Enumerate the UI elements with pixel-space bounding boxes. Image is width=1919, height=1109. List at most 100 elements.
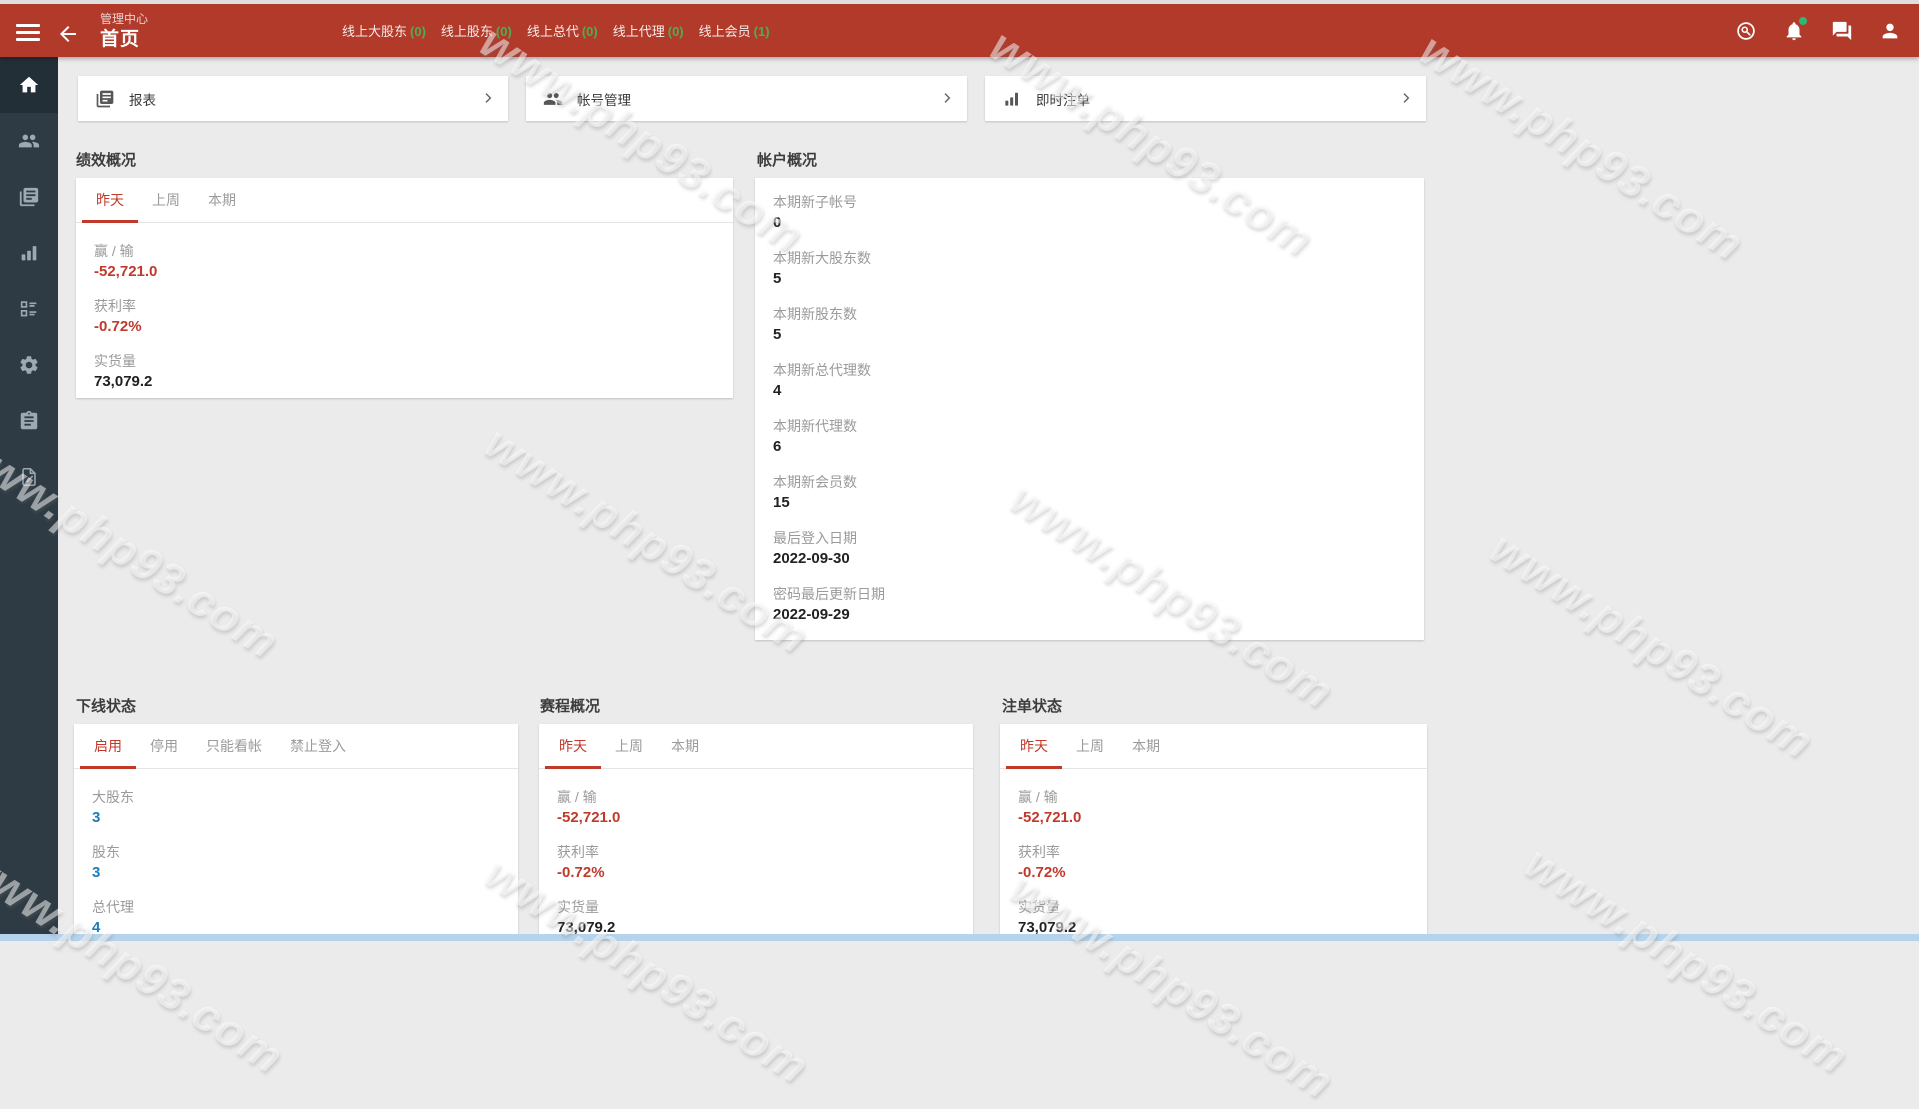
tab-last-week[interactable]: 上周 — [1062, 724, 1118, 768]
performance-stats: 赢 / 输 -52,721.0 获利率 -0.72% 实货量 73,079.2 — [76, 223, 733, 393]
stat-profit-rate: 获利率 -0.72% — [1018, 842, 1409, 884]
file-edit-icon — [18, 466, 40, 488]
downline-stats: 大股东 3 股东 3 总代理 4 — [74, 769, 518, 934]
header-titles: 管理中心 首页 — [100, 12, 148, 52]
chevron-right-icon — [939, 90, 955, 106]
documents-icon — [95, 89, 115, 109]
bar-chart-icon — [1002, 89, 1022, 109]
quicklink-label: 帐号管理 — [577, 89, 631, 109]
chevron-right-icon — [1398, 90, 1414, 106]
nav-online-member[interactable]: 线上会员(1) — [699, 21, 770, 40]
quicklink-reports[interactable]: 报表 — [78, 76, 508, 121]
chat-icon[interactable] — [1831, 20, 1853, 42]
tab-last-week[interactable]: 上周 — [138, 178, 194, 222]
tab-disabled[interactable]: 停用 — [136, 724, 192, 768]
tab-yesterday[interactable]: 昨天 — [82, 178, 138, 222]
schedule-tabs: 昨天 上周 本期 — [539, 724, 973, 769]
section-title-downline: 下线状态 — [76, 695, 136, 716]
bets-tabs: 昨天 上周 本期 — [1000, 724, 1427, 769]
section-title-schedule: 赛程概况 — [540, 695, 600, 716]
count-badge: (0) — [496, 24, 512, 39]
stat-new-agents: 本期新代理数 6 — [773, 416, 1406, 458]
tab-yesterday[interactable]: 昨天 — [545, 724, 601, 768]
stat-win-loss: 赢 / 输 -52,721.0 — [557, 787, 955, 829]
downline-tabs: 启用 停用 只能看帐 禁止登入 — [74, 724, 518, 769]
stat-new-sub-accounts: 本期新子帐号 0 — [773, 192, 1406, 234]
tab-enabled[interactable]: 启用 — [80, 724, 136, 768]
downline-panel: 启用 停用 只能看帐 禁止登入 大股东 3 股东 3 总代理 4 — [74, 724, 518, 934]
account-stats: 本期新子帐号 0 本期新大股东数 5 本期新股东数 5 本期新总代理数 4 本期… — [755, 178, 1424, 626]
nav-online-major-shareholder[interactable]: 线上大股东(0) — [342, 21, 426, 40]
quicklink-label: 报表 — [129, 89, 156, 109]
schedule-panel: 昨天 上周 本期 赢 / 输 -52,721.0 获利率 -0.72% 实货量 … — [539, 724, 973, 934]
online-counts-nav: 线上大股东(0) 线上股东(0) 线上总代(0) 线上代理(0) 线上会员(1) — [342, 4, 770, 57]
gear-icon — [18, 354, 40, 376]
page-title: 首页 — [100, 27, 148, 52]
account-icon[interactable] — [1879, 20, 1901, 42]
bets-panel: 昨天 上周 本期 赢 / 输 -52,721.0 获利率 -0.72% 实货量 … — [1000, 724, 1427, 934]
stat-win-loss: 赢 / 输 -52,721.0 — [94, 241, 715, 283]
tab-last-week[interactable]: 上周 — [601, 724, 657, 768]
section-title-bets: 注单状态 — [1002, 695, 1062, 716]
count-badge: (1) — [754, 24, 770, 39]
tab-this-period[interactable]: 本期 — [194, 178, 250, 222]
tab-this-period[interactable]: 本期 — [657, 724, 713, 768]
sidebar-item-reports[interactable] — [0, 169, 58, 225]
tab-yesterday[interactable]: 昨天 — [1006, 724, 1062, 768]
sidebar-item-records[interactable] — [0, 393, 58, 449]
horizontal-scrollbar[interactable] — [0, 934, 1919, 941]
sidebar-item-accounts[interactable] — [0, 113, 58, 169]
menu-icon[interactable] — [16, 24, 40, 41]
stat-shareholders: 股东 3 — [92, 842, 500, 884]
sidebar-item-statistics[interactable] — [0, 225, 58, 281]
people-icon — [543, 89, 563, 109]
breadcrumb: 管理中心 — [100, 12, 148, 27]
header-actions — [1735, 4, 1901, 57]
stat-general-agents: 总代理 4 — [92, 897, 500, 934]
count-badge: (0) — [582, 24, 598, 39]
section-title-performance: 绩效概况 — [76, 149, 136, 170]
watermark: www.php93.com — [1481, 520, 1824, 769]
documents-icon — [18, 186, 40, 208]
sidebar-item-settings[interactable] — [0, 337, 58, 393]
stat-profit-rate: 获利率 -0.72% — [94, 296, 715, 338]
tab-login-forbidden[interactable]: 禁止登入 — [276, 724, 360, 768]
tab-this-period[interactable]: 本期 — [1118, 724, 1174, 768]
stat-new-shareholders: 本期新股东数 5 — [773, 304, 1406, 346]
schedule-stats: 赢 / 输 -52,721.0 获利率 -0.72% 实货量 73,079.2 — [539, 769, 973, 934]
performance-panel: 昨天 上周 本期 赢 / 输 -52,721.0 获利率 -0.72% 实货量 … — [76, 178, 733, 398]
bets-stats: 赢 / 输 -52,721.0 获利率 -0.72% 实货量 73,079.2 — [1000, 769, 1427, 934]
back-arrow-icon[interactable] — [56, 22, 80, 46]
quicklink-account-management[interactable]: 帐号管理 — [526, 76, 967, 121]
notification-dot — [1799, 17, 1807, 25]
nav-online-agent[interactable]: 线上代理(0) — [613, 21, 684, 40]
stat-major-shareholders: 大股东 3 — [92, 787, 500, 829]
notifications-icon[interactable] — [1783, 20, 1805, 42]
nav-online-shareholder[interactable]: 线上股东(0) — [441, 21, 512, 40]
watermark: www.php93.com — [1516, 835, 1859, 1084]
performance-tabs: 昨天 上周 本期 — [76, 178, 733, 223]
tab-view-only[interactable]: 只能看帐 — [192, 724, 276, 768]
nav-online-general-agent[interactable]: 线上总代(0) — [527, 21, 598, 40]
quicklink-live-bets[interactable]: 即时注单 — [985, 76, 1426, 121]
chevron-right-icon — [480, 90, 496, 106]
stat-turnover: 实货量 73,079.2 — [1018, 897, 1409, 934]
people-icon — [18, 130, 40, 152]
stat-new-general-agents: 本期新总代理数 4 — [773, 360, 1406, 402]
sidebar-item-home[interactable] — [0, 57, 58, 113]
sidebar — [0, 57, 58, 934]
stat-password-updated-date: 密码最后更新日期 2022-09-29 — [773, 584, 1406, 626]
sidebar-item-logs[interactable] — [0, 449, 58, 505]
stat-new-major-shareholders: 本期新大股东数 5 — [773, 248, 1406, 290]
stat-profit-rate: 获利率 -0.72% — [557, 842, 955, 884]
bar-chart-icon — [18, 242, 40, 264]
sidebar-item-orders[interactable] — [0, 281, 58, 337]
count-badge: (0) — [410, 24, 426, 39]
quicklink-label: 即时注单 — [1036, 89, 1090, 109]
stat-last-login-date: 最后登入日期 2022-09-30 — [773, 528, 1406, 570]
search-icon[interactable] — [1735, 20, 1757, 42]
section-title-account: 帐户概况 — [757, 149, 817, 170]
stat-new-members: 本期新会员数 15 — [773, 472, 1406, 514]
window-top-strip — [0, 0, 1919, 4]
watermark: www.php93.com — [1411, 22, 1754, 271]
